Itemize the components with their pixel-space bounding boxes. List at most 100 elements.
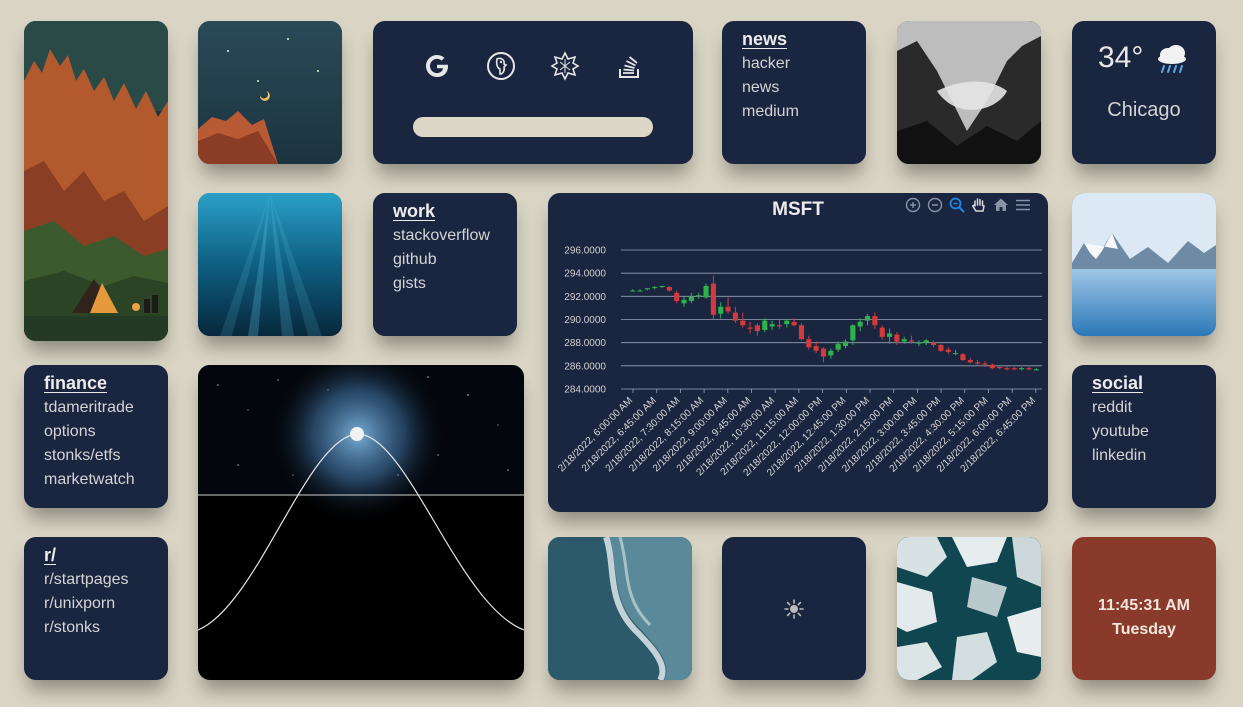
finance-links-card: finance tdameritrade options stonks/etfs… bbox=[24, 365, 168, 508]
candle-body bbox=[960, 354, 966, 361]
candle-body bbox=[908, 340, 915, 342]
candle-body bbox=[916, 342, 922, 344]
y-tick-label: 294.0000 bbox=[564, 269, 606, 280]
candle-body bbox=[806, 339, 812, 348]
candle-body bbox=[630, 290, 636, 292]
link-github[interactable]: github bbox=[393, 248, 497, 272]
link-medium[interactable]: medium bbox=[742, 100, 846, 124]
link-r-unixporn[interactable]: r/unixporn bbox=[44, 592, 148, 616]
link-linkedin[interactable]: linkedin bbox=[1092, 444, 1196, 468]
candle-body bbox=[842, 341, 849, 347]
sun-position-curve-widget bbox=[198, 365, 524, 680]
search-card bbox=[373, 21, 693, 164]
candle-body bbox=[769, 324, 775, 327]
candle-body bbox=[681, 299, 687, 304]
link-youtube[interactable]: youtube bbox=[1092, 420, 1196, 444]
link-marketwatch[interactable]: marketwatch bbox=[44, 468, 148, 492]
link-options[interactable]: options bbox=[44, 420, 148, 444]
clock-day: Tuesday bbox=[1112, 621, 1176, 638]
link-r-startpages[interactable]: r/startpages bbox=[44, 568, 148, 592]
candle-body bbox=[945, 349, 951, 352]
candle-body bbox=[674, 292, 680, 301]
stock-chart-card: MSFT 296.0000 294.0000 292.0000 290.0000 288… bbox=[548, 193, 1048, 512]
candle-body bbox=[931, 342, 937, 345]
candle-body bbox=[659, 285, 665, 288]
news-links-card: news hacker news medium bbox=[722, 21, 866, 164]
link-hacker[interactable]: hacker bbox=[742, 52, 846, 76]
candle-body bbox=[989, 364, 995, 369]
candlestick-chart: 296.0000 294.0000 292.0000 290.0000 288.0000… bbox=[556, 246, 1042, 479]
candle-body bbox=[835, 343, 841, 350]
candle-body bbox=[688, 296, 694, 301]
news-heading: news bbox=[742, 29, 788, 49]
weather-city: Chicago bbox=[1107, 99, 1181, 121]
clock-card: 11:45:31 AM Tuesday bbox=[1072, 537, 1216, 680]
candle-body bbox=[798, 325, 805, 340]
link-news[interactable]: news bbox=[742, 76, 846, 100]
search-input[interactable] bbox=[413, 117, 653, 137]
candle-body bbox=[754, 325, 761, 332]
link-tdameritrade[interactable]: tdameritrade bbox=[44, 396, 148, 420]
candle-body bbox=[820, 348, 827, 357]
candle-body bbox=[850, 325, 856, 341]
candle-body bbox=[666, 287, 672, 291]
candle-body bbox=[710, 283, 716, 315]
link-reddit[interactable]: reddit bbox=[1092, 396, 1196, 420]
pixel-mountain-camp-image bbox=[24, 21, 168, 341]
y-tick-label: 290.0000 bbox=[564, 315, 606, 326]
y-tick-label: 286.0000 bbox=[564, 361, 606, 372]
candle-body bbox=[1026, 368, 1032, 370]
candle-body bbox=[703, 285, 709, 298]
clock-time: 11:45:31 AM bbox=[1098, 597, 1190, 614]
y-tick-label: 292.0000 bbox=[564, 292, 606, 303]
candle-body bbox=[747, 327, 753, 329]
sea-ice-image bbox=[897, 537, 1041, 680]
candle-body bbox=[997, 366, 1003, 369]
sun-icon[interactable] bbox=[784, 599, 804, 619]
candle-body bbox=[791, 321, 797, 326]
wolfram-icon[interactable] bbox=[550, 51, 580, 81]
work-heading: work bbox=[393, 201, 436, 221]
link-stonks-etfs[interactable]: stonks/etfs bbox=[44, 444, 148, 468]
ocean-waves-image bbox=[548, 537, 692, 680]
candle-body bbox=[1033, 369, 1039, 371]
reddit-heading: r/ bbox=[44, 545, 57, 565]
google-icon[interactable] bbox=[422, 51, 452, 81]
candle-body bbox=[901, 339, 907, 342]
underwater-image bbox=[198, 193, 342, 336]
candle-body bbox=[762, 320, 768, 330]
candle-body bbox=[776, 325, 783, 327]
work-links-card: work stackoverflow github gists bbox=[373, 193, 517, 336]
reddit-links-card: r/ r/startpages r/unixporn r/stonks bbox=[24, 537, 168, 680]
candle-body bbox=[828, 350, 834, 356]
candle-body bbox=[652, 287, 658, 289]
weather-card: 34° Chicago bbox=[1072, 21, 1216, 164]
y-tick-label: 284.0000 bbox=[564, 385, 606, 396]
link-gists[interactable]: gists bbox=[393, 272, 497, 296]
candle-body bbox=[894, 334, 900, 342]
candle-body bbox=[696, 295, 702, 297]
link-r-stonks[interactable]: r/stonks bbox=[44, 616, 148, 640]
theme-toggle-card[interactable] bbox=[722, 537, 866, 680]
foggy-mountains-image bbox=[897, 21, 1041, 164]
pixel-night-canyon-image bbox=[198, 21, 342, 164]
candle-body bbox=[813, 346, 819, 351]
link-stackoverflow[interactable]: stackoverflow bbox=[393, 224, 497, 248]
weather-temperature: 34° bbox=[1098, 41, 1144, 74]
y-tick-label: 296.0000 bbox=[564, 246, 606, 257]
candle-body bbox=[879, 327, 885, 337]
candle-body bbox=[732, 312, 738, 321]
candle-body bbox=[725, 306, 731, 312]
candle-body bbox=[637, 290, 643, 292]
candle-body bbox=[923, 340, 929, 343]
candle-body bbox=[982, 363, 988, 365]
duckduckgo-icon[interactable] bbox=[486, 51, 516, 81]
sun-marker bbox=[350, 427, 364, 441]
candle-body bbox=[953, 353, 959, 355]
candle-body bbox=[740, 320, 746, 326]
candle-body bbox=[864, 316, 871, 321]
stackoverflow-icon[interactable] bbox=[614, 51, 644, 81]
candle-body bbox=[857, 321, 863, 327]
candle-body bbox=[1011, 368, 1017, 370]
candle-body bbox=[938, 344, 944, 351]
